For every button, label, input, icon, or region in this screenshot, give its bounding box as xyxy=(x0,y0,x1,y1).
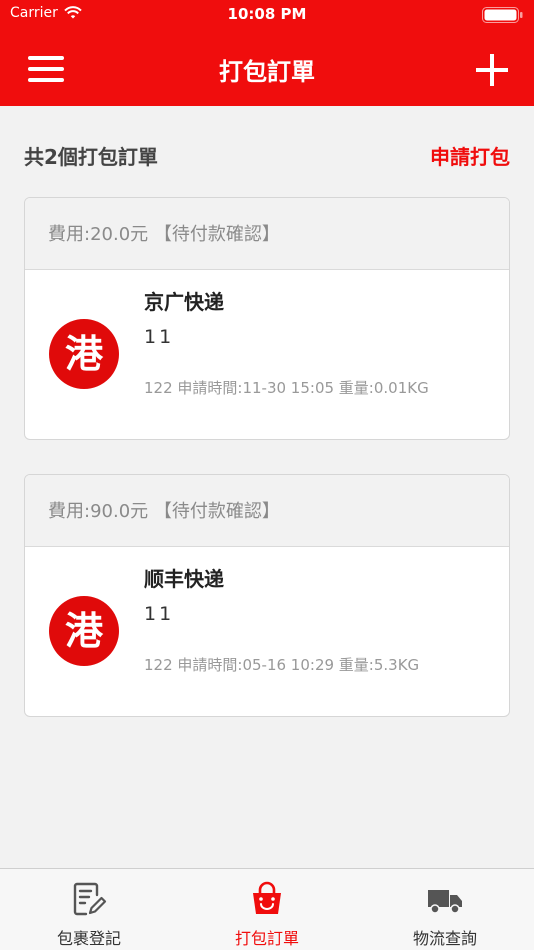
tab-logistics-query[interactable]: 物流查詢 xyxy=(356,869,534,950)
order-card[interactable]: 費用:20.0元 【待付款確認】 港 京广快递 11 122 申請時間:11-3… xyxy=(24,197,510,440)
tab-label: 打包訂單 xyxy=(234,929,299,948)
add-order-button[interactable] xyxy=(474,52,510,88)
document-edit-icon xyxy=(73,882,107,916)
tab-parcel-register[interactable]: 包裹登記 xyxy=(0,869,178,950)
battery-icon xyxy=(482,7,523,23)
nav-bar: 打包訂單 xyxy=(0,28,534,106)
svg-text:港: 港 xyxy=(65,608,104,653)
tab-label: 物流查詢 xyxy=(412,929,477,948)
order-fee-status: 費用:20.0元 【待付款確認】 xyxy=(25,198,509,270)
hong-kong-logo-icon: 港 xyxy=(49,596,119,666)
order-code: 11 xyxy=(144,603,175,625)
order-code: 11 xyxy=(144,326,175,348)
apply-pack-link[interactable]: 申請打包 xyxy=(430,141,510,170)
order-fee-status: 費用:90.0元 【待付款確認】 xyxy=(25,475,509,547)
order-card[interactable]: 費用:90.0元 【待付款確認】 港 顺丰快递 11 122 申請時間:05-1… xyxy=(24,474,510,717)
status-bar: Carrier 10:08 PM xyxy=(0,0,534,28)
order-meta: 122 申請時間:05-16 10:29 重量:5.3KG xyxy=(144,656,420,674)
tab-label: 包裹登記 xyxy=(56,929,121,948)
page-title: 打包訂單 xyxy=(219,58,315,86)
tab-pack-orders[interactable]: 打包訂單 xyxy=(178,869,356,950)
truck-icon xyxy=(428,890,462,914)
courier-name: 京广快递 xyxy=(144,290,224,314)
status-time: 10:08 PM xyxy=(227,5,307,23)
tab-bar: 包裹登記 打包訂單 物流查詢 xyxy=(0,868,534,950)
order-meta: 122 申請時間:11-30 15:05 重量:0.01KG xyxy=(144,379,429,397)
courier-name: 顺丰快递 xyxy=(144,567,224,591)
order-count: 共2個打包訂單 xyxy=(24,145,158,169)
shopping-bag-icon xyxy=(253,881,281,914)
hong-kong-logo-icon: 港 xyxy=(49,319,119,389)
svg-text:港: 港 xyxy=(65,331,104,376)
